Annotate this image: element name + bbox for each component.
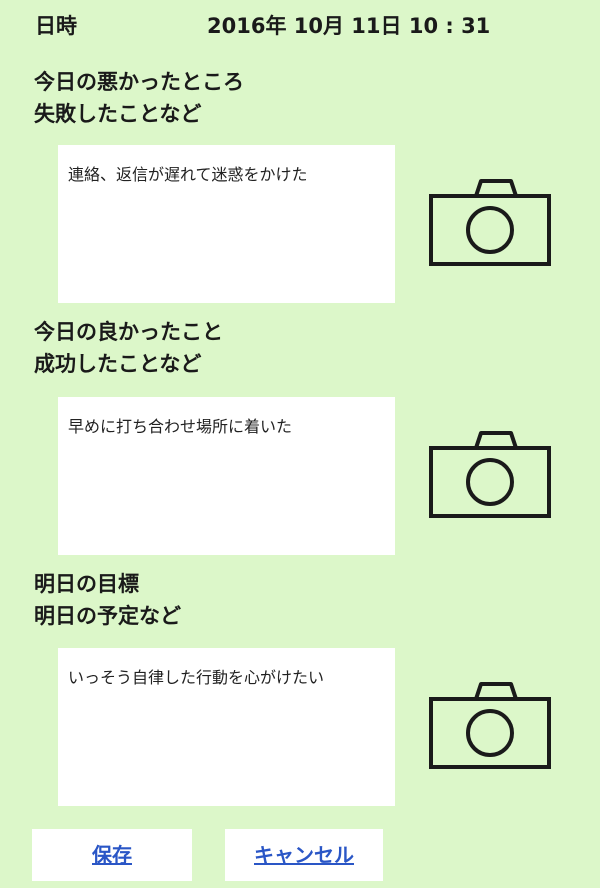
camera-icon[interactable] xyxy=(429,176,551,268)
section-heading-good-line1: 今日の良かったこと xyxy=(34,320,223,344)
section-heading-bad: 今日の悪かったところ 失敗したことなど xyxy=(34,66,244,130)
section-heading-tomorrow-line2: 明日の予定など xyxy=(34,604,181,628)
section-heading-bad-line1: 今日の悪かったところ xyxy=(34,70,244,94)
section-heading-bad-line2: 失敗したことなど xyxy=(34,102,202,126)
section-heading-tomorrow-line1: 明日の目標 xyxy=(34,572,139,596)
section-heading-tomorrow: 明日の目標 明日の予定など xyxy=(34,568,181,632)
date-label: 日時 xyxy=(35,14,77,38)
tomorrow-goal-textarea[interactable]: いっそう自律した行動を心がけたい xyxy=(58,648,395,806)
cancel-button-label: キャンセル xyxy=(254,843,354,867)
cancel-button[interactable]: キャンセル xyxy=(225,829,383,881)
section-heading-good-line2: 成功したことなど xyxy=(34,352,202,376)
camera-icon[interactable] xyxy=(429,679,551,771)
save-button[interactable]: 保存 xyxy=(32,829,192,881)
camera-icon[interactable] xyxy=(429,428,551,520)
save-button-label: 保存 xyxy=(92,843,132,867)
good-points-textarea[interactable]: 早めに打ち合わせ場所に着いた xyxy=(58,397,395,555)
bad-points-textarea[interactable]: 連絡、返信が遅れて迷惑をかけた xyxy=(58,145,395,303)
section-heading-good: 今日の良かったこと 成功したことなど xyxy=(34,316,223,380)
date-value[interactable]: 2016年 10月 11日 10 : 31 xyxy=(207,10,490,40)
